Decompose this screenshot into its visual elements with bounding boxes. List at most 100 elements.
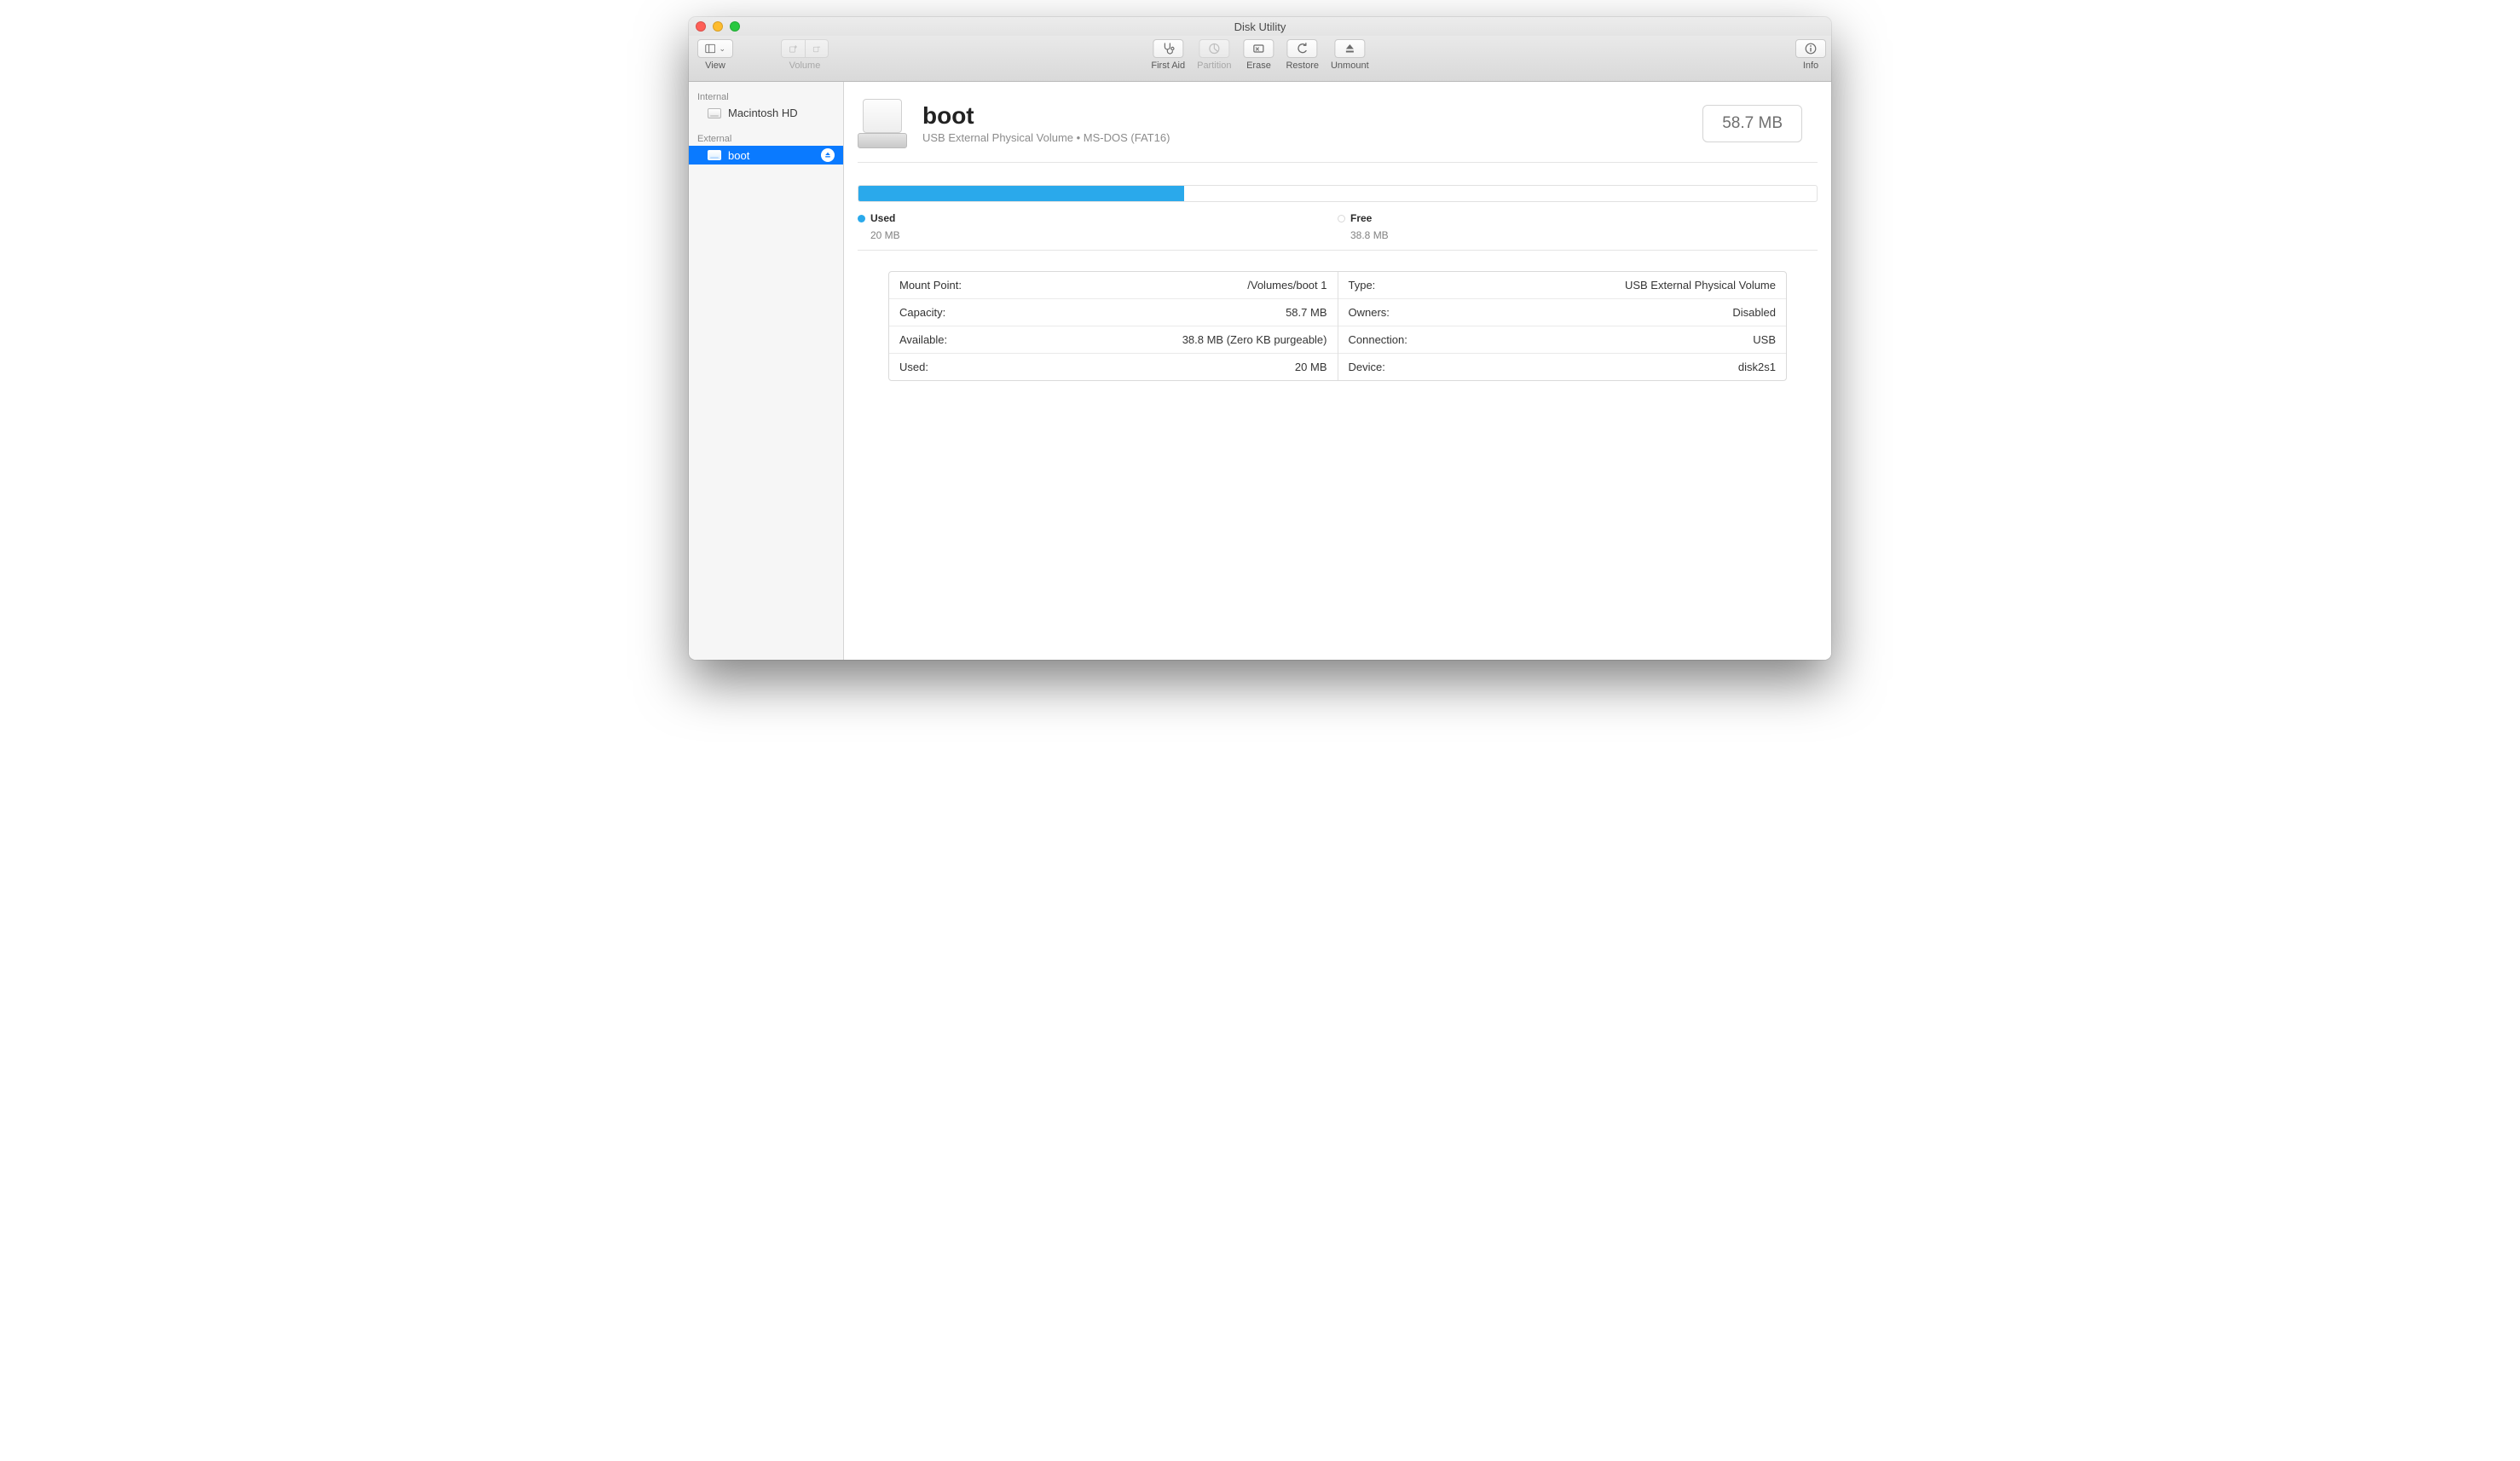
eject-icon — [1343, 42, 1356, 55]
restore-label: Restore — [1286, 61, 1319, 71]
volume-label: Volume — [789, 61, 821, 71]
toolbar-group-erase: Erase — [1243, 39, 1274, 71]
detail-key: Available: — [899, 333, 947, 346]
legend-used-value: 20 MB — [870, 229, 1338, 241]
detail-key: Device: — [1349, 361, 1385, 373]
sidebar-header-internal: Internal — [689, 89, 843, 104]
volume-title-block: boot USB External Physical Volume • MS-D… — [922, 103, 1170, 144]
erase-label: Erase — [1246, 61, 1271, 71]
toolbar-group-firstaid: First Aid — [1151, 39, 1185, 71]
divider — [858, 250, 1818, 251]
dot-icon — [1338, 215, 1345, 222]
detail-row: Available: 38.8 MB (Zero KB purgeable) — [889, 326, 1338, 354]
detail-row: Owners: Disabled — [1338, 299, 1787, 326]
legend-free: Free 38.8 MB — [1338, 212, 1818, 241]
volume-add-icon — [789, 42, 798, 55]
detail-row: Used: 20 MB — [889, 354, 1338, 380]
view-button[interactable]: ⌄ — [697, 39, 733, 58]
detail-key: Capacity: — [899, 306, 945, 319]
detail-value: Disabled — [1732, 306, 1776, 319]
toolbar: ⌄ View Volume First Aid — [689, 36, 1831, 82]
details-table: Mount Point: /Volumes/boot 1 Capacity: 58.… — [888, 271, 1787, 381]
volume-name: boot — [922, 103, 1170, 130]
details-left-column: Mount Point: /Volumes/boot 1 Capacity: 58.… — [889, 272, 1338, 380]
usage-bar — [858, 185, 1818, 202]
toolbar-center: First Aid Partition Erase Restore — [1151, 39, 1368, 71]
info-icon — [1804, 42, 1818, 55]
toolbar-group-partition: Partition — [1197, 39, 1231, 71]
info-label: Info — [1803, 61, 1818, 71]
titlebar: Disk Utility — [689, 17, 1831, 36]
erase-button[interactable] — [1243, 39, 1274, 58]
view-label: View — [705, 61, 725, 71]
detail-key: Used: — [899, 361, 928, 373]
first-aid-label: First Aid — [1151, 61, 1185, 71]
legend-free-label: Free — [1350, 212, 1372, 224]
sidebar: Internal Macintosh HD External boot — [689, 82, 844, 660]
detail-row: Type: USB External Physical Volume — [1338, 272, 1787, 299]
volume-subtitle: USB External Physical Volume • MS-DOS (F… — [922, 131, 1170, 144]
sidebar-icon — [705, 42, 715, 55]
detail-key: Connection: — [1349, 333, 1407, 346]
dot-icon — [858, 215, 865, 222]
volume-header: boot USB External Physical Volume • MS-D… — [844, 82, 1831, 162]
sidebar-header-external: External — [689, 130, 843, 146]
toolbar-group-info: Info — [1795, 39, 1826, 71]
unmount-button[interactable] — [1334, 39, 1365, 58]
volume-remove-icon — [812, 42, 821, 55]
usage-bar-used-segment — [858, 186, 1184, 201]
detail-key: Type: — [1349, 279, 1376, 292]
toolbar-group-volume: Volume — [781, 39, 829, 71]
toolbar-group-restore: Restore — [1286, 39, 1319, 71]
zoom-button[interactable] — [730, 21, 740, 32]
toolbar-right: Info — [1795, 39, 1826, 71]
detail-key: Owners: — [1349, 306, 1390, 319]
detail-value: 20 MB — [1295, 361, 1327, 373]
sidebar-item-label: boot — [728, 149, 749, 162]
detail-value: USB External Physical Volume — [1625, 279, 1776, 292]
disk-icon — [708, 108, 721, 118]
usage-legend: Used 20 MB Free 38.8 MB — [858, 212, 1818, 241]
external-drive-icon — [858, 99, 907, 148]
info-button[interactable] — [1795, 39, 1826, 58]
eject-button[interactable] — [821, 148, 835, 162]
sidebar-item-macintosh-hd[interactable]: Macintosh HD — [689, 104, 843, 122]
disk-icon — [708, 150, 721, 160]
erase-icon — [1251, 42, 1265, 55]
traffic-lights — [696, 21, 740, 32]
legend-free-value: 38.8 MB — [1350, 229, 1818, 241]
stethoscope-icon — [1161, 42, 1175, 55]
unmount-label: Unmount — [1331, 61, 1369, 71]
detail-row: Connection: USB — [1338, 326, 1787, 354]
eject-icon — [824, 152, 831, 159]
sidebar-item-boot[interactable]: boot — [689, 146, 843, 165]
minimize-button[interactable] — [713, 21, 723, 32]
detail-value: 58.7 MB — [1286, 306, 1326, 319]
chevron-down-icon: ⌄ — [719, 44, 725, 54]
close-button[interactable] — [696, 21, 706, 32]
volume-add-button[interactable] — [781, 39, 805, 58]
detail-row: Device:disk2s1 — [1338, 354, 1787, 380]
usage-area: Used 20 MB Free 38.8 MB — [844, 163, 1831, 250]
window-body: Internal Macintosh HD External boot — [689, 82, 1831, 660]
detail-row: Mount Point: /Volumes/boot 1 — [889, 272, 1338, 299]
partition-label: Partition — [1197, 61, 1231, 71]
first-aid-button[interactable] — [1153, 39, 1183, 58]
toolbar-group-view: ⌄ View — [697, 39, 733, 71]
detail-value: /Volumes/boot 1 — [1247, 279, 1326, 292]
volume-size-chip: 58.7 MB — [1702, 105, 1802, 142]
pie-icon — [1207, 42, 1221, 55]
detail-row: Capacity: 58.7 MB — [889, 299, 1338, 326]
sidebar-item-label: Macintosh HD — [728, 107, 798, 119]
details-right-column: Type: USB External Physical Volume Owners… — [1338, 272, 1787, 380]
detail-key: Mount Point: — [899, 279, 962, 292]
restore-button[interactable] — [1287, 39, 1318, 58]
legend-used: Used 20 MB — [858, 212, 1338, 241]
detail-value: 38.8 MB (Zero KB purgeable) — [1182, 333, 1327, 346]
window-title: Disk Utility — [689, 20, 1831, 33]
detail-value: USB — [1753, 333, 1776, 346]
restore-icon — [1296, 42, 1309, 55]
partition-button[interactable] — [1199, 39, 1229, 58]
disk-utility-window: Disk Utility ⌄ View Volume — [689, 17, 1831, 660]
volume-remove-button[interactable] — [805, 39, 829, 58]
